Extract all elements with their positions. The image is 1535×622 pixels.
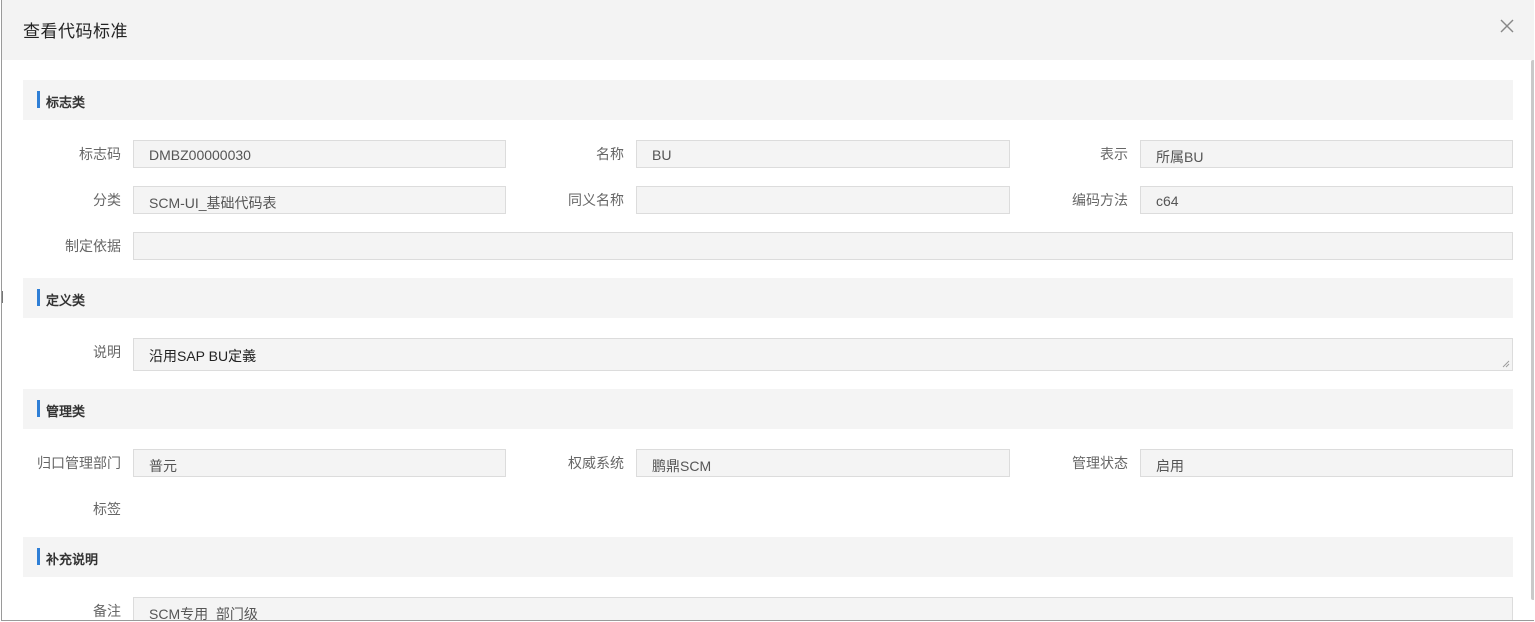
resize-handle[interactable] (2, 291, 5, 303)
representation-label: 表示 (1100, 146, 1128, 162)
synonym-label: 同义名称 (568, 192, 624, 208)
dialog-header: 查看代码标准 (2, 0, 1534, 60)
name-label: 名称 (596, 146, 624, 162)
view-code-standard-dialog: 查看代码标准 标志类 标志码 DMBZ00000030 名称 BU 表示 所属B… (1, 0, 1534, 621)
section-title: 管理类 (46, 404, 86, 419)
management-status-field[interactable]: 启用 (1140, 449, 1513, 477)
category-label: 分类 (93, 192, 121, 208)
section-marker (37, 91, 40, 108)
section-marker (37, 289, 40, 306)
authority-system-label: 权威系统 (568, 455, 624, 471)
section-title: 标志类 (46, 95, 86, 110)
remark-field[interactable]: SCM专用_部门级 (133, 597, 1513, 620)
remark-label: 备注 (93, 603, 121, 619)
flag-code-field[interactable]: DMBZ00000030 (133, 140, 506, 168)
vertical-scrollbar[interactable] (1531, 60, 1534, 600)
close-icon[interactable] (1498, 17, 1516, 35)
section-marker (37, 400, 40, 417)
representation-field[interactable]: 所属BU (1140, 140, 1513, 168)
section-definition: 定义类 (23, 278, 1513, 318)
encoding-method-label: 编码方法 (1072, 192, 1128, 208)
description-textarea[interactable]: 沿用SAP BU定義 (133, 338, 1513, 371)
encoding-method-field[interactable]: c64 (1140, 186, 1513, 214)
responsible-dept-field[interactable]: 普元 (133, 449, 506, 477)
management-status-label: 管理状态 (1072, 455, 1128, 471)
description-text: 沿用SAP BU定義 (149, 348, 257, 364)
name-field[interactable]: BU (636, 140, 1010, 168)
section-supplement: 补充说明 (23, 537, 1513, 577)
responsible-dept-label: 归口管理部门 (37, 455, 121, 471)
section-marker (37, 548, 40, 565)
basis-field[interactable] (133, 232, 1513, 260)
authority-system-field[interactable]: 鹏鼎SCM (636, 449, 1010, 477)
category-field[interactable]: SCM-UI_基础代码表 (133, 186, 506, 214)
dialog-title: 查看代码标准 (23, 22, 128, 41)
section-title: 定义类 (46, 293, 86, 308)
tags-value (133, 495, 1513, 523)
synonym-field[interactable] (636, 186, 1010, 214)
basis-label: 制定依据 (65, 238, 121, 254)
tags-label: 标签 (93, 501, 121, 517)
section-title: 补充说明 (46, 552, 99, 567)
flag-code-label: 标志码 (79, 146, 121, 162)
resize-grip-icon[interactable] (1502, 360, 1510, 368)
section-flag: 标志类 (23, 80, 1513, 120)
section-management: 管理类 (23, 389, 1513, 429)
description-label: 说明 (93, 344, 121, 360)
